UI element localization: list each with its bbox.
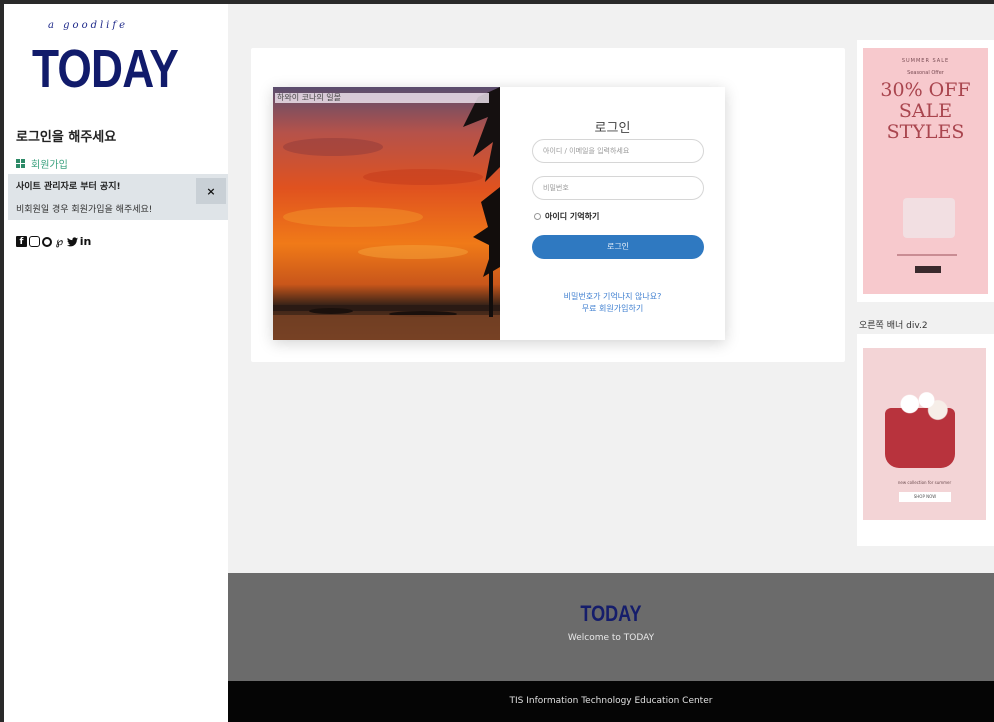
remember-label: 아이디 기억하기 [545, 212, 600, 221]
linkedin-icon[interactable]: in [80, 235, 92, 248]
pinterest-icon[interactable]: ℘ [54, 235, 65, 248]
forgot-password-link[interactable]: 비밀번호가 기억나지 않나요? [500, 291, 725, 303]
close-icon[interactable]: × [196, 178, 226, 204]
page: a goodlife TODAY 로그인을 해주세요 회원가입 사이트 관리자로… [4, 4, 994, 722]
product-banner-image: new collection for summer SHOP NOW [863, 348, 986, 520]
notice-banner: 사이트 관리자로 부터 공지! 비회원일 경우 회원가입을 해주세요! × [8, 174, 228, 220]
id-input[interactable]: 아이디 / 이메일을 입력하세요 [532, 139, 704, 163]
photo-caption: 하와이 코나의 일몰 [275, 93, 489, 103]
logo-text: TODAY [32, 39, 179, 99]
login-button[interactable]: 로그인 [532, 235, 704, 259]
divider [897, 254, 957, 256]
instagram-icon[interactable] [29, 236, 40, 247]
flowers-image [893, 384, 949, 424]
footer-bottom: TIS Information Technology Education Cen… [228, 681, 994, 722]
remember-me-checkbox[interactable]: 아이디 기억하기 [534, 211, 599, 222]
social-links: f ℘ in [16, 235, 92, 248]
checkbox-icon [534, 213, 541, 220]
footer-logo: TODAY [580, 601, 642, 626]
product-banner[interactable]: new collection for summer SHOP NOW [857, 334, 994, 546]
login-prompt: 로그인을 해주세요 [16, 130, 117, 145]
signup-link[interactable]: 회원가입 [16, 156, 68, 171]
logo-tagline: a goodlife [48, 20, 128, 31]
offer-line: STYLES [886, 121, 965, 143]
github-icon[interactable] [42, 236, 52, 247]
sidebar: a goodlife TODAY 로그인을 해주세요 회원가입 사이트 관리자로… [4, 4, 228, 722]
login-form: 로그인 아이디 / 이메일을 입력하세요 비밀번호 아이디 기억하기 로그인 비… [500, 87, 725, 340]
facebook-icon[interactable]: f [16, 236, 27, 247]
help-links: 비밀번호가 기억나지 않나요? 무료 회원가입하기 [500, 291, 725, 315]
main-content: 하와이 코나의 일몰 로그인 아이디 / 이메일을 입력하세요 비밀번호 아이디… [251, 48, 845, 362]
grid-icon [16, 159, 25, 168]
right-banner-label: 오른쪽 배너 div.2 [859, 321, 928, 331]
footer-copyright: TIS Information Technology Education Cen… [509, 696, 713, 706]
notice-title: 사이트 관리자로 부터 공지! [16, 182, 121, 192]
signup-free-link[interactable]: 무료 회원가입하기 [500, 303, 725, 315]
footer: TODAY Welcome to TODAY [228, 573, 994, 681]
login-panel: 하와이 코나의 일몰 로그인 아이디 / 이메일을 입력하세요 비밀번호 아이디… [273, 87, 725, 340]
offer-line: SALE [898, 100, 953, 122]
login-title: 로그인 [594, 121, 631, 136]
sale-offer-text: 30% OFF SALE STYLES [863, 80, 988, 143]
shop-button [915, 266, 941, 273]
banner-small-subtext: Seasonal Offer [907, 70, 944, 76]
banner-small-text: SUMMER SALE [901, 58, 950, 64]
footer-welcome: Welcome to TODAY [567, 633, 655, 643]
signup-link-label: 회원가입 [31, 160, 68, 171]
offer-line: 30% OFF [880, 79, 971, 101]
sale-banner-image: SUMMER SALE Seasonal Offer 30% OFF SALE … [863, 48, 988, 294]
sunset-photo: 하와이 코나의 일몰 [273, 87, 500, 340]
banner-caption: new collection for summer [897, 480, 952, 485]
notice-body: 비회원일 경우 회원가입을 해주세요! [16, 205, 153, 215]
sale-banner[interactable]: SUMMER SALE Seasonal Offer 30% OFF SALE … [857, 40, 994, 302]
bag-image [903, 198, 955, 238]
site-logo[interactable]: a goodlife TODAY [32, 20, 179, 102]
twitter-icon[interactable] [67, 236, 78, 247]
shop-now-button[interactable]: SHOP NOW [899, 492, 951, 502]
password-input[interactable]: 비밀번호 [532, 176, 704, 200]
